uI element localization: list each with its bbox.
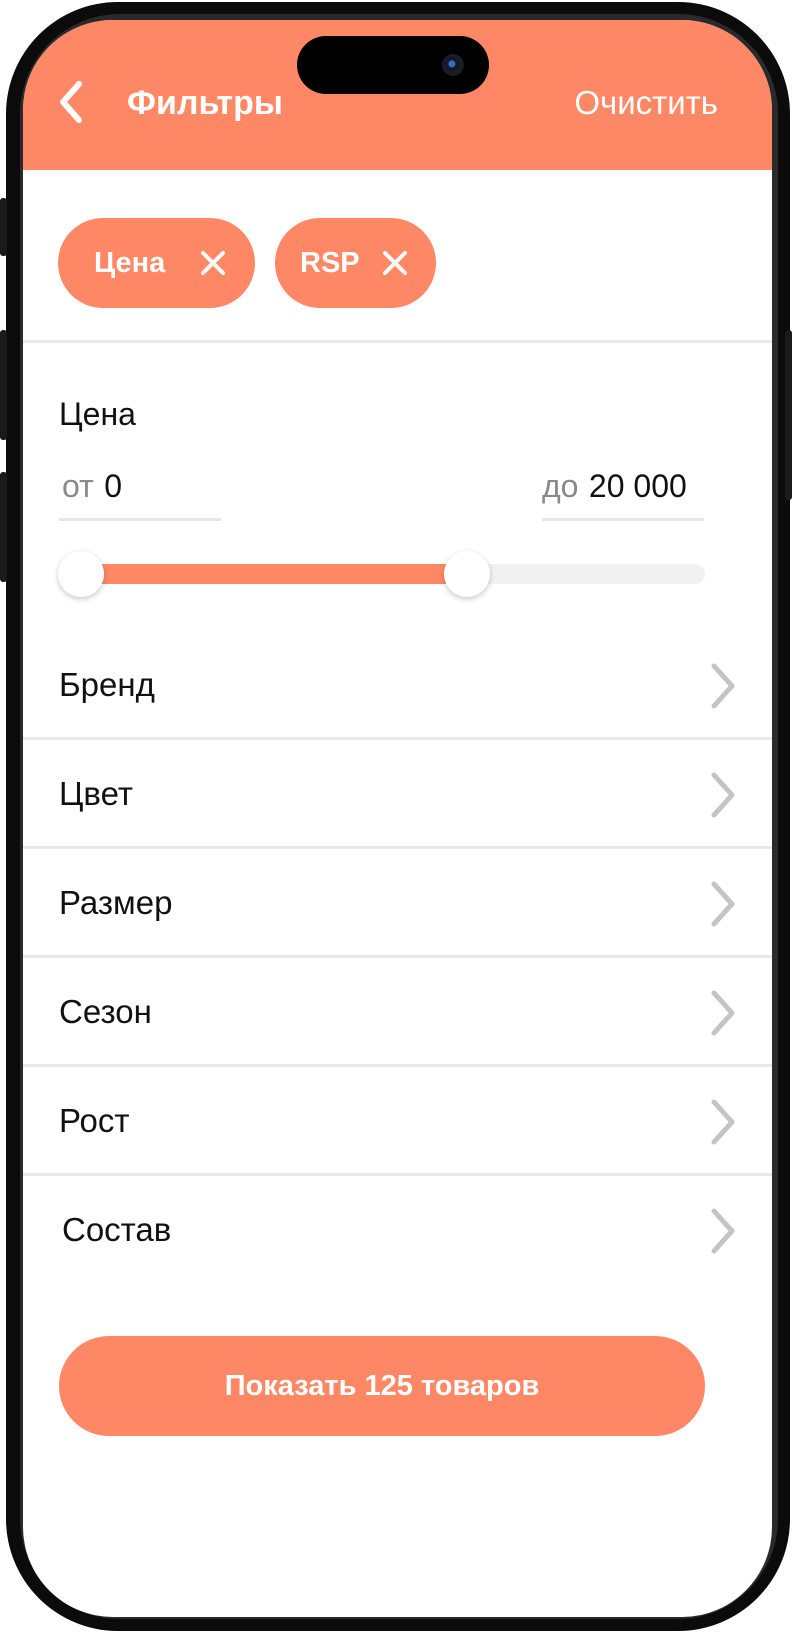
filter-row-height[interactable]: Рост [23,1068,772,1176]
price-from-input[interactable]: от 0 [59,468,221,521]
silent-switch [0,198,7,256]
clear-button[interactable]: Очистить [574,84,718,122]
price-slider-max-handle[interactable] [444,551,490,597]
row-divider [23,1064,772,1067]
volume-down-button [0,472,7,582]
chip-label: RSP [300,246,360,279]
row-divider [23,955,772,958]
filter-row-label: Бренд [59,666,155,703]
price-slider-range [81,564,467,584]
price-to-value: 20 000 [588,468,687,504]
chip-rsp[interactable]: RSP [275,218,436,308]
power-button [785,330,792,500]
page-title: Фильтры [127,84,283,122]
filter-row-label: Сезон [59,993,152,1030]
close-icon[interactable] [199,249,227,277]
chip-price[interactable]: Цена [58,218,255,308]
volume-up-button [0,330,7,440]
dynamic-island [297,36,489,94]
camera-icon [442,54,464,76]
close-icon[interactable] [381,249,409,277]
app-screen: Фильтры Очистить Цена RSP Цена от 0 до 2… [23,20,772,1617]
filter-row-label: Рост [59,1102,130,1139]
price-section-title: Цена [59,396,136,432]
back-button[interactable] [53,80,93,124]
filter-row-composition[interactable]: Состав [23,1177,772,1285]
chevron-right-icon [711,990,735,1036]
filter-row-label: Размер [59,884,173,921]
row-divider [23,737,772,740]
price-slider-min-handle[interactable] [58,551,104,597]
filter-row-color[interactable]: Цвет [23,741,772,849]
chevron-right-icon [711,1208,735,1254]
chip-label: Цена [94,246,166,279]
price-to-prefix: до [542,468,579,504]
chevron-left-icon [60,81,82,123]
chevron-right-icon [711,1099,735,1145]
filter-row-season[interactable]: Сезон [23,959,772,1067]
filter-row-label: Цвет [59,775,133,812]
show-results-button[interactable]: Показать 125 товаров [59,1336,705,1436]
filter-row-brand[interactable]: Бренд [23,632,772,740]
row-divider [23,846,772,849]
row-divider [23,1173,772,1176]
chevron-right-icon [711,881,735,927]
chips-divider [23,340,772,343]
filter-row-label: Состав [62,1211,172,1248]
chevron-right-icon [711,772,735,818]
price-to-input[interactable]: до 20 000 [542,468,704,521]
price-from-value: 0 [104,468,122,504]
chevron-right-icon [711,663,735,709]
price-from-prefix: от [62,468,94,504]
filter-row-size[interactable]: Размер [23,850,772,958]
